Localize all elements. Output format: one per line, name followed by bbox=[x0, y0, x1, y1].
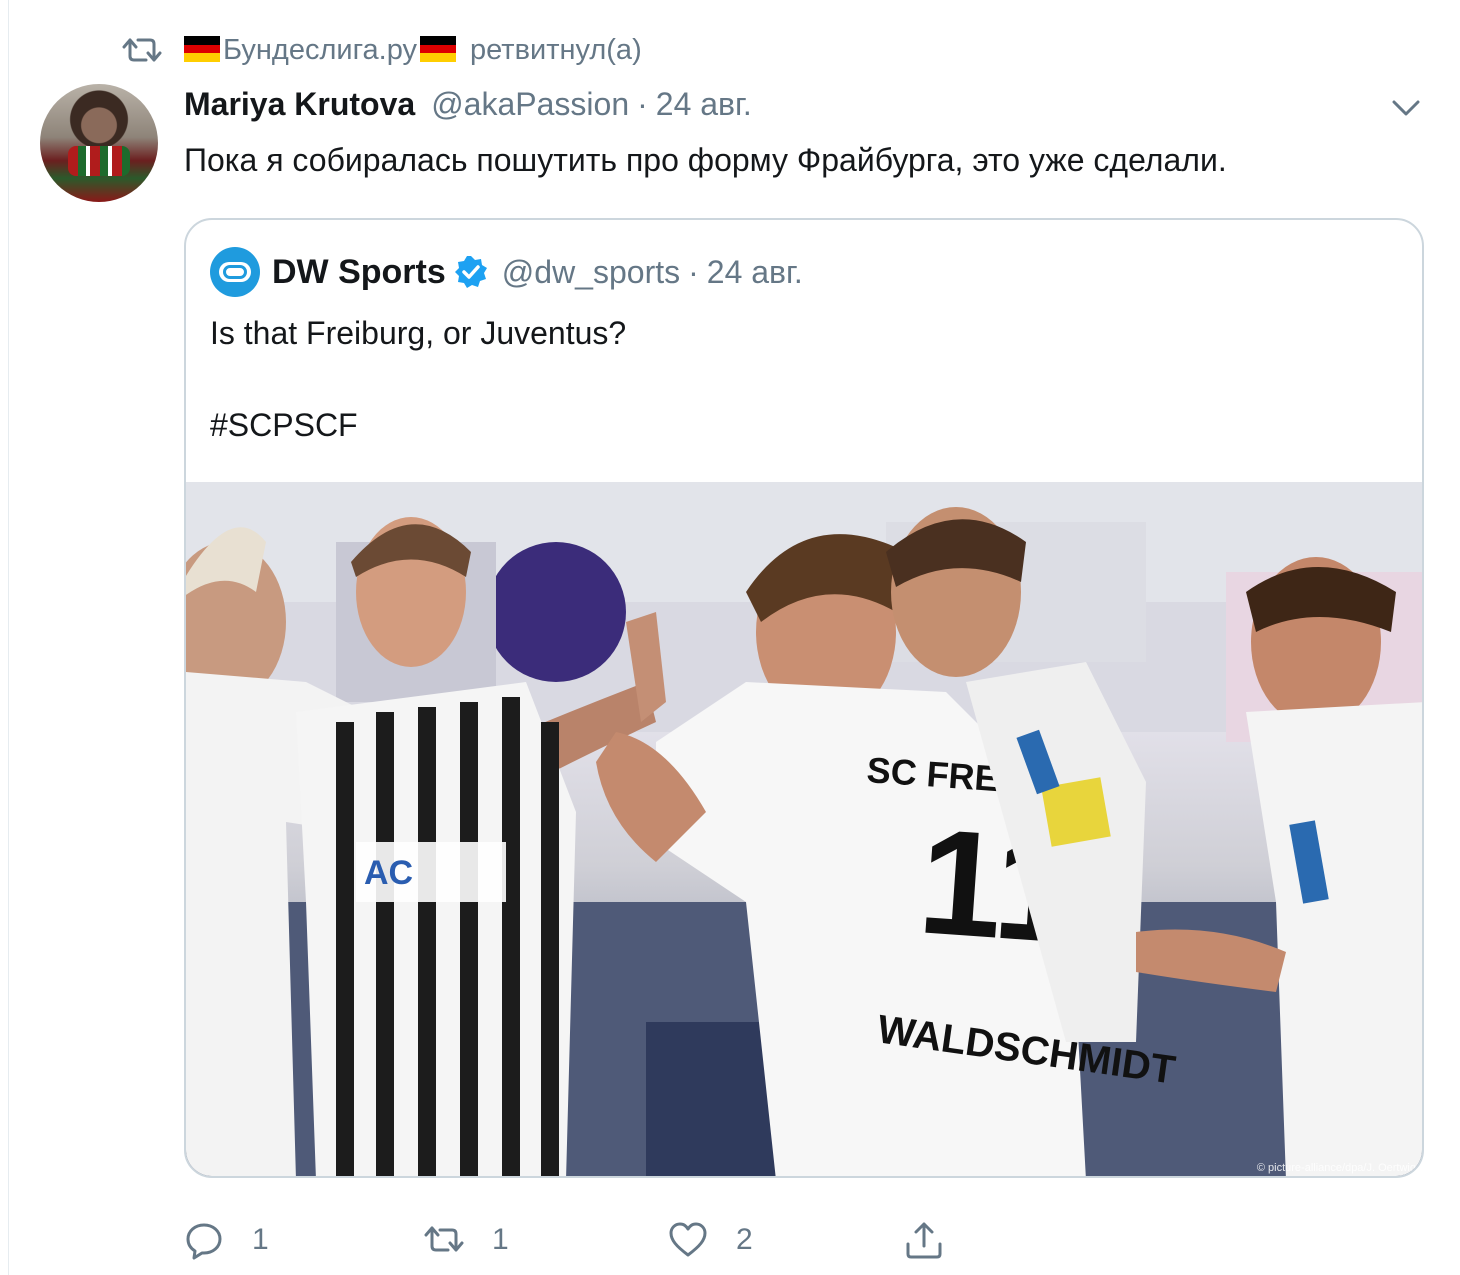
germany-flag-icon bbox=[184, 36, 220, 62]
retweet-icon bbox=[122, 38, 162, 62]
tweet-header: Mariya Krutova @akaPassion · 24 авг. bbox=[184, 86, 752, 130]
svg-text:AC: AC bbox=[364, 854, 413, 892]
quoted-tweet-card[interactable]: DW Sports @dw_sports · 24 авг. Is that F… bbox=[184, 218, 1424, 1178]
retweet-button[interactable]: 1 bbox=[424, 1212, 509, 1268]
share-icon bbox=[906, 1222, 942, 1259]
author-name[interactable]: Mariya Krutova bbox=[184, 86, 415, 123]
germany-flag-icon bbox=[420, 36, 457, 62]
share-button[interactable] bbox=[904, 1212, 972, 1268]
dw-logo-avatar bbox=[210, 247, 260, 297]
heart-icon bbox=[669, 1222, 707, 1257]
tweet-date[interactable]: 24 авг. bbox=[656, 86, 752, 123]
quoted-tweet-date: 24 авг. bbox=[706, 253, 803, 290]
tweet-text: Пока я собиралась пошутить про форму Фра… bbox=[184, 142, 1227, 178]
retweet-verb: ретвитнул(а) bbox=[470, 33, 642, 66]
separator-dot: · bbox=[637, 86, 648, 122]
reply-count: 1 bbox=[252, 1223, 269, 1256]
reply-icon bbox=[186, 1223, 222, 1260]
quoted-tweet-photo[interactable]: AC SC FREIBURG 11 WALDSCHMIDT © picture-… bbox=[186, 482, 1422, 1176]
tweet-actions: 1 1 2 bbox=[184, 1212, 984, 1268]
quoted-tweet-text: Is that Freiburg, or Juventus? #SCPSCF bbox=[210, 315, 627, 443]
quoted-tweet-header: DW Sports @dw_sports · 24 авг. bbox=[210, 246, 803, 298]
quoted-author-name: DW Sports bbox=[272, 252, 446, 291]
retweet-count: 1 bbox=[492, 1223, 509, 1256]
football-players-photo: AC SC FREIBURG 11 WALDSCHMIDT bbox=[186, 482, 1422, 1176]
timeline-border bbox=[8, 0, 9, 1275]
author-handle[interactable]: @akaPassion bbox=[431, 86, 629, 123]
like-count: 2 bbox=[736, 1223, 753, 1256]
reply-button[interactable]: 1 bbox=[184, 1212, 269, 1268]
verified-badge-icon bbox=[454, 256, 487, 288]
chevron-down-icon[interactable] bbox=[1388, 92, 1424, 124]
retweet-icon bbox=[424, 1226, 464, 1252]
like-button[interactable]: 2 bbox=[668, 1212, 753, 1268]
photo-credit: © picture-alliance/dpa/J. Oertwig bbox=[1256, 1162, 1416, 1174]
retweet-context: Бундеслига.ру ретвитнул(а) bbox=[122, 30, 642, 70]
retweeter-name[interactable]: Бундеслига.ру bbox=[223, 34, 417, 67]
quoted-author-handle: @dw_sports bbox=[501, 253, 681, 290]
author-avatar[interactable] bbox=[40, 84, 158, 202]
separator-dot: · bbox=[688, 253, 699, 290]
